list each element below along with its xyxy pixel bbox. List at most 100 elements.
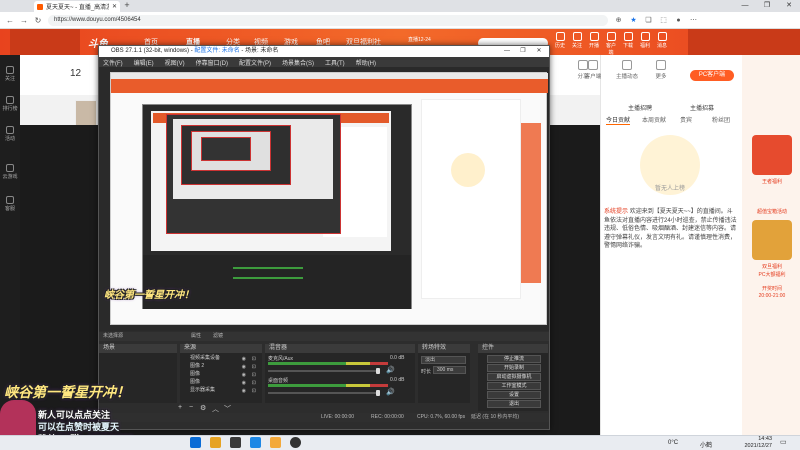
eye-icon[interactable]: ◉ bbox=[242, 387, 246, 395]
properties-button[interactable]: 属性 bbox=[191, 332, 201, 341]
maximize-button[interactable]: ❐ bbox=[756, 0, 778, 12]
obs-close-button[interactable]: ✕ bbox=[528, 46, 550, 57]
pc-client-button[interactable]: PC客户端 bbox=[690, 70, 734, 81]
start-recording-button[interactable]: 开始录制 bbox=[487, 364, 541, 372]
promo-label-2: 超值宝箱活动 bbox=[756, 209, 787, 215]
edge-browser-icon[interactable] bbox=[250, 437, 261, 448]
tab-week[interactable]: 本周贡献 bbox=[642, 115, 666, 124]
tab-vip[interactable]: 贵宾 bbox=[680, 115, 692, 124]
virtual-camera-button[interactable]: 启动虚拟摄像机 bbox=[487, 373, 541, 381]
volume-slider[interactable] bbox=[268, 368, 380, 374]
new-tab-button[interactable]: + bbox=[122, 1, 132, 11]
file-explorer-icon[interactable] bbox=[270, 437, 281, 448]
menu-file[interactable]: 文件(F) bbox=[103, 58, 123, 67]
filters-button[interactable]: 滤镜 bbox=[213, 332, 223, 341]
client-button[interactable]: 客户端 bbox=[604, 32, 618, 56]
menu-scene-collection[interactable]: 场景集合(S) bbox=[282, 58, 314, 67]
sidebar-item-service[interactable]: 客服 bbox=[2, 196, 18, 212]
speaker-icon[interactable]: 🔊 bbox=[386, 366, 395, 374]
forward-button[interactable]: → bbox=[20, 16, 28, 25]
source-item[interactable]: 图像 ◉ ⊡ bbox=[182, 378, 260, 386]
source-item[interactable]: 显示器采集 ◉ ⊡ bbox=[182, 386, 260, 394]
sidebar-item-follow[interactable]: 关注 bbox=[2, 66, 18, 82]
menu-docks[interactable]: 停靠窗口(D) bbox=[196, 58, 228, 67]
streamer-recruit-link[interactable]: 主播招聘 bbox=[628, 103, 652, 112]
mixer-dock-header: 混音器 bbox=[265, 344, 415, 353]
sidebar-item-rank[interactable]: 排行榜 bbox=[2, 96, 18, 112]
close-tab-icon[interactable]: ✕ bbox=[112, 3, 117, 10]
preview-layer-3 bbox=[166, 114, 341, 234]
minimize-button[interactable]: — bbox=[734, 0, 756, 12]
source-item[interactable]: 图像 ◉ ⊡ bbox=[182, 370, 260, 378]
zoom-icon[interactable]: ⊕ bbox=[614, 16, 623, 25]
preview-site-header bbox=[111, 79, 548, 93]
app-terminal-icon[interactable] bbox=[230, 437, 241, 448]
favorite-star-icon[interactable]: ★ bbox=[629, 16, 638, 25]
collections-icon[interactable]: ❏ bbox=[644, 16, 653, 25]
menu-dots-icon[interactable]: ⋯ bbox=[689, 16, 698, 25]
speaker-icon[interactable]: 🔊 bbox=[386, 388, 395, 396]
streamer-feed-button[interactable]: 主播动态 bbox=[612, 60, 642, 80]
slider-handle[interactable] bbox=[376, 368, 380, 374]
download-icon bbox=[623, 32, 633, 41]
weather-temp[interactable]: 0°C bbox=[668, 440, 678, 446]
gift-icon bbox=[640, 32, 650, 41]
menu-profile[interactable]: 配置文件(P) bbox=[239, 58, 271, 67]
streamer-avatar[interactable] bbox=[75, 100, 97, 126]
download-button[interactable]: 下载 bbox=[621, 32, 635, 49]
studio-mode-button[interactable]: 工作室模式 bbox=[487, 382, 541, 390]
tab-today[interactable]: 今日贡献 bbox=[606, 115, 631, 125]
promo-banner-1[interactable] bbox=[752, 135, 792, 175]
service-icon bbox=[6, 196, 14, 204]
preview-overlay-headline: 峡谷第一誓星开冲！ bbox=[104, 290, 194, 301]
promo-banner-2[interactable] bbox=[752, 220, 792, 260]
lock-icon[interactable]: ⊡ bbox=[252, 387, 256, 395]
preview-promo-strip bbox=[521, 123, 541, 283]
source-settings-icon[interactable]: ⚙ bbox=[200, 404, 206, 412]
tray-clock[interactable]: 14:43 2021/12/27 bbox=[724, 436, 772, 449]
back-button[interactable]: ← bbox=[6, 16, 14, 25]
app-g-icon[interactable] bbox=[210, 437, 221, 448]
streamer-hire-link[interactable]: 主播招募 bbox=[690, 103, 714, 112]
settings-button[interactable]: 设置 bbox=[487, 391, 541, 399]
url-input[interactable]: https://www.douyu.com/4506454 bbox=[48, 14, 608, 26]
messages-button[interactable]: 消息 bbox=[655, 32, 669, 49]
sidebar-item-activity[interactable]: 活动 bbox=[2, 126, 18, 142]
duration-input[interactable]: 300 ms bbox=[433, 366, 466, 374]
sidebar-item-cloud-game[interactable]: 云游戏 bbox=[2, 164, 18, 180]
source-item[interactable]: 图像 2 ◉ ⊡ bbox=[182, 362, 260, 370]
add-source-icon[interactable]: + bbox=[178, 404, 182, 411]
menu-help[interactable]: 帮助(H) bbox=[356, 58, 376, 67]
volume-slider[interactable] bbox=[268, 390, 380, 396]
obs-taskbar-icon[interactable] bbox=[290, 437, 301, 448]
notification-icon[interactable]: ▭ bbox=[780, 438, 790, 447]
windows-taskbar bbox=[0, 435, 800, 450]
system-tag: 系统提示 bbox=[604, 209, 629, 215]
source-item[interactable]: 视频采集设备 ◉ ⊡ bbox=[182, 354, 260, 362]
exit-button[interactable]: 退出 bbox=[487, 400, 541, 408]
welfare-button[interactable]: 福利 bbox=[638, 32, 652, 49]
activity-icon bbox=[6, 126, 14, 134]
client-download-button[interactable]: 客户端 bbox=[578, 60, 608, 80]
stop-streaming-button[interactable]: 停止推流 bbox=[487, 355, 541, 363]
slider-handle[interactable] bbox=[376, 390, 380, 396]
browser-tab[interactable]: 夏天夏天~ - 直播_高清游戏直播... ✕ bbox=[34, 1, 120, 12]
heart-icon bbox=[572, 32, 582, 41]
broadcast-button[interactable]: 开播 bbox=[587, 32, 601, 49]
menu-view[interactable]: 视图(V) bbox=[165, 58, 185, 67]
header-banner-art bbox=[10, 29, 80, 55]
profile-icon[interactable]: ● bbox=[674, 16, 683, 25]
menu-edit[interactable]: 编辑(E) bbox=[134, 58, 154, 67]
ime-indicator[interactable]: 小鹤 bbox=[700, 440, 712, 449]
menu-tools[interactable]: 工具(T) bbox=[325, 58, 345, 67]
remove-source-icon[interactable]: − bbox=[189, 404, 193, 411]
start-windows-icon[interactable] bbox=[190, 437, 201, 448]
refresh-button[interactable]: ↻ bbox=[34, 16, 42, 25]
close-window-button[interactable]: ✕ bbox=[778, 0, 800, 12]
follow-button[interactable]: 关注 bbox=[570, 32, 584, 49]
transition-select[interactable]: 淡出 bbox=[421, 356, 466, 364]
history-button[interactable]: 历史 bbox=[553, 32, 567, 49]
tab-fans[interactable]: 粉丝团 bbox=[712, 115, 730, 124]
extensions-icon[interactable]: ⬚ bbox=[659, 16, 668, 25]
more-button[interactable]: 更多 bbox=[646, 60, 676, 80]
